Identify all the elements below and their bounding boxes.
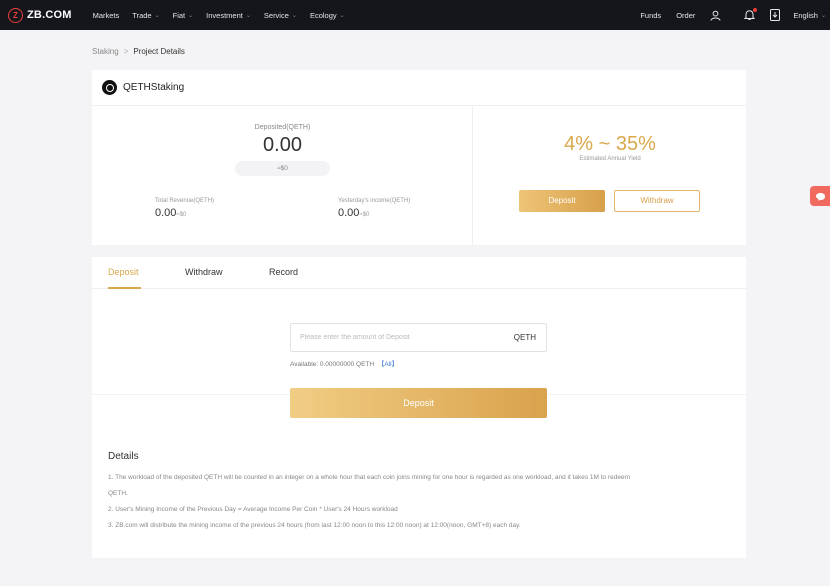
chevron-down-icon: ⌄ xyxy=(291,12,297,19)
yesterday-income-label: Yesterday's income(QETH) xyxy=(338,198,411,204)
main-menu: Markets Trade ⌄ Fiat ⌄ Investment ⌄ Service… xyxy=(80,11,345,20)
project-header: QETHStaking xyxy=(92,70,746,106)
nav-service[interactable]: Service ⌄ xyxy=(264,11,297,20)
project-summary-card: QETHStaking Deposited(QETH) 0.00 ≈$0 Tot… xyxy=(92,70,746,245)
deposited-usd: ≈$0 xyxy=(235,161,330,176)
nav-fiat[interactable]: Fiat ⌄ xyxy=(173,11,194,20)
total-revenue: Total Revenue(QETH) 0.00≈$0 xyxy=(155,198,214,219)
nav-funds[interactable]: Funds xyxy=(640,11,661,20)
annual-yield: 4% ~ 35% xyxy=(564,133,656,155)
chevron-down-icon: ⌄ xyxy=(245,12,251,19)
yesterday-income-usd: ≈$0 xyxy=(359,212,370,218)
details-line-3: 3. ZB.com will distribute the mining inc… xyxy=(108,522,521,529)
user-icon[interactable] xyxy=(710,10,721,21)
project-name: QETHStaking xyxy=(123,82,185,93)
bell-icon[interactable] xyxy=(744,8,758,21)
deposit-card: Deposit Withdraw Record QETH Available: … xyxy=(92,257,746,558)
nav-trade-label: Trade xyxy=(132,10,152,20)
top-navbar: Z ZB.COM Markets Trade ⌄ Fiat ⌄ Investment… xyxy=(0,0,830,30)
chevron-down-icon: ⌄ xyxy=(188,12,194,19)
tab-bar: Deposit Withdraw Record xyxy=(92,257,746,289)
breadcrumb-staking[interactable]: Staking xyxy=(92,47,119,56)
deposit-amount-input[interactable] xyxy=(291,324,501,351)
deposit-submit-button[interactable]: Deposit xyxy=(290,388,547,418)
holdings-pane: Deposited(QETH) 0.00 ≈$0 Total Revenue(Q… xyxy=(92,106,473,245)
details-line-2: 2. User's Mining Income of the Previous … xyxy=(108,506,398,513)
nav-markets[interactable]: Markets xyxy=(93,11,120,20)
nav-right: Funds Order English ⌄ xyxy=(640,0,830,30)
logo-text: ZB.COM xyxy=(27,9,72,21)
language-label: English xyxy=(793,10,818,20)
nav-service-label: Service xyxy=(263,10,289,20)
details-line-1b: QETH. xyxy=(108,490,128,497)
active-tab-indicator xyxy=(108,287,141,289)
deposit-button[interactable]: Deposit xyxy=(519,190,605,212)
withdraw-button[interactable]: Withdraw xyxy=(614,190,700,212)
nav-ecology[interactable]: Ecology ⌄ xyxy=(310,11,345,20)
yesterday-income: Yesterday's income(QETH) 0.00≈$0 xyxy=(338,198,410,219)
download-icon[interactable] xyxy=(770,9,781,21)
breadcrumb-current: Project Details xyxy=(133,47,185,56)
total-revenue-label: Total Revenue(QETH) xyxy=(155,198,215,204)
nav-investment-label: Investment xyxy=(206,10,243,20)
available-balance: Available: 0.00000000 QETH 【All】 xyxy=(290,358,398,368)
logo[interactable]: Z ZB.COM xyxy=(8,7,72,23)
nav-order[interactable]: Order xyxy=(676,11,695,20)
nav-investment[interactable]: Investment ⌄ xyxy=(206,11,251,20)
chat-icon xyxy=(815,192,825,200)
yield-pane: 4% ~ 35% Estimated Annual Yield Deposit … xyxy=(474,106,746,245)
details-title: Details xyxy=(108,451,139,462)
chevron-down-icon: ⌄ xyxy=(339,12,345,19)
logo-mark: Z xyxy=(8,7,23,23)
deposit-amount-field: QETH xyxy=(290,323,547,352)
total-revenue-usd: ≈$0 xyxy=(176,212,187,218)
yesterday-income-value: 0.00 xyxy=(338,207,360,219)
annual-yield-label: Estimated Annual Yield xyxy=(579,156,641,162)
available-label: Available: xyxy=(290,361,319,368)
total-revenue-value: 0.00 xyxy=(155,207,177,219)
tab-withdraw[interactable]: Withdraw xyxy=(185,267,223,277)
nav-fiat-label: Fiat xyxy=(172,10,186,20)
nav-trade[interactable]: Trade ⌄ xyxy=(132,11,159,20)
qeth-coin-icon xyxy=(102,80,117,95)
support-chat-button[interactable] xyxy=(810,186,830,206)
tab-record[interactable]: Record xyxy=(269,267,298,277)
details-line-1: 1. The workload of the deposited QETH wi… xyxy=(108,474,630,481)
chevron-down-icon: ⌄ xyxy=(154,12,160,19)
all-link[interactable]: 【All】 xyxy=(378,361,398,368)
deposited-label: Deposited(QETH) xyxy=(254,124,311,131)
breadcrumb-separator: > xyxy=(123,47,129,56)
nav-ecology-label: Ecology xyxy=(309,10,337,20)
nav-markets-label: Markets xyxy=(92,10,120,20)
available-value: 0.00000000 QETH xyxy=(319,361,375,368)
notification-dot xyxy=(753,8,758,12)
breadcrumb: Staking > Project Details xyxy=(92,47,185,56)
amount-unit: QETH xyxy=(513,333,536,342)
deposited-value: 0.00 xyxy=(263,134,302,156)
language-selector[interactable]: English ⌄ xyxy=(793,11,826,20)
chevron-down-icon: ⌄ xyxy=(820,12,826,19)
tab-deposit[interactable]: Deposit xyxy=(108,267,139,277)
